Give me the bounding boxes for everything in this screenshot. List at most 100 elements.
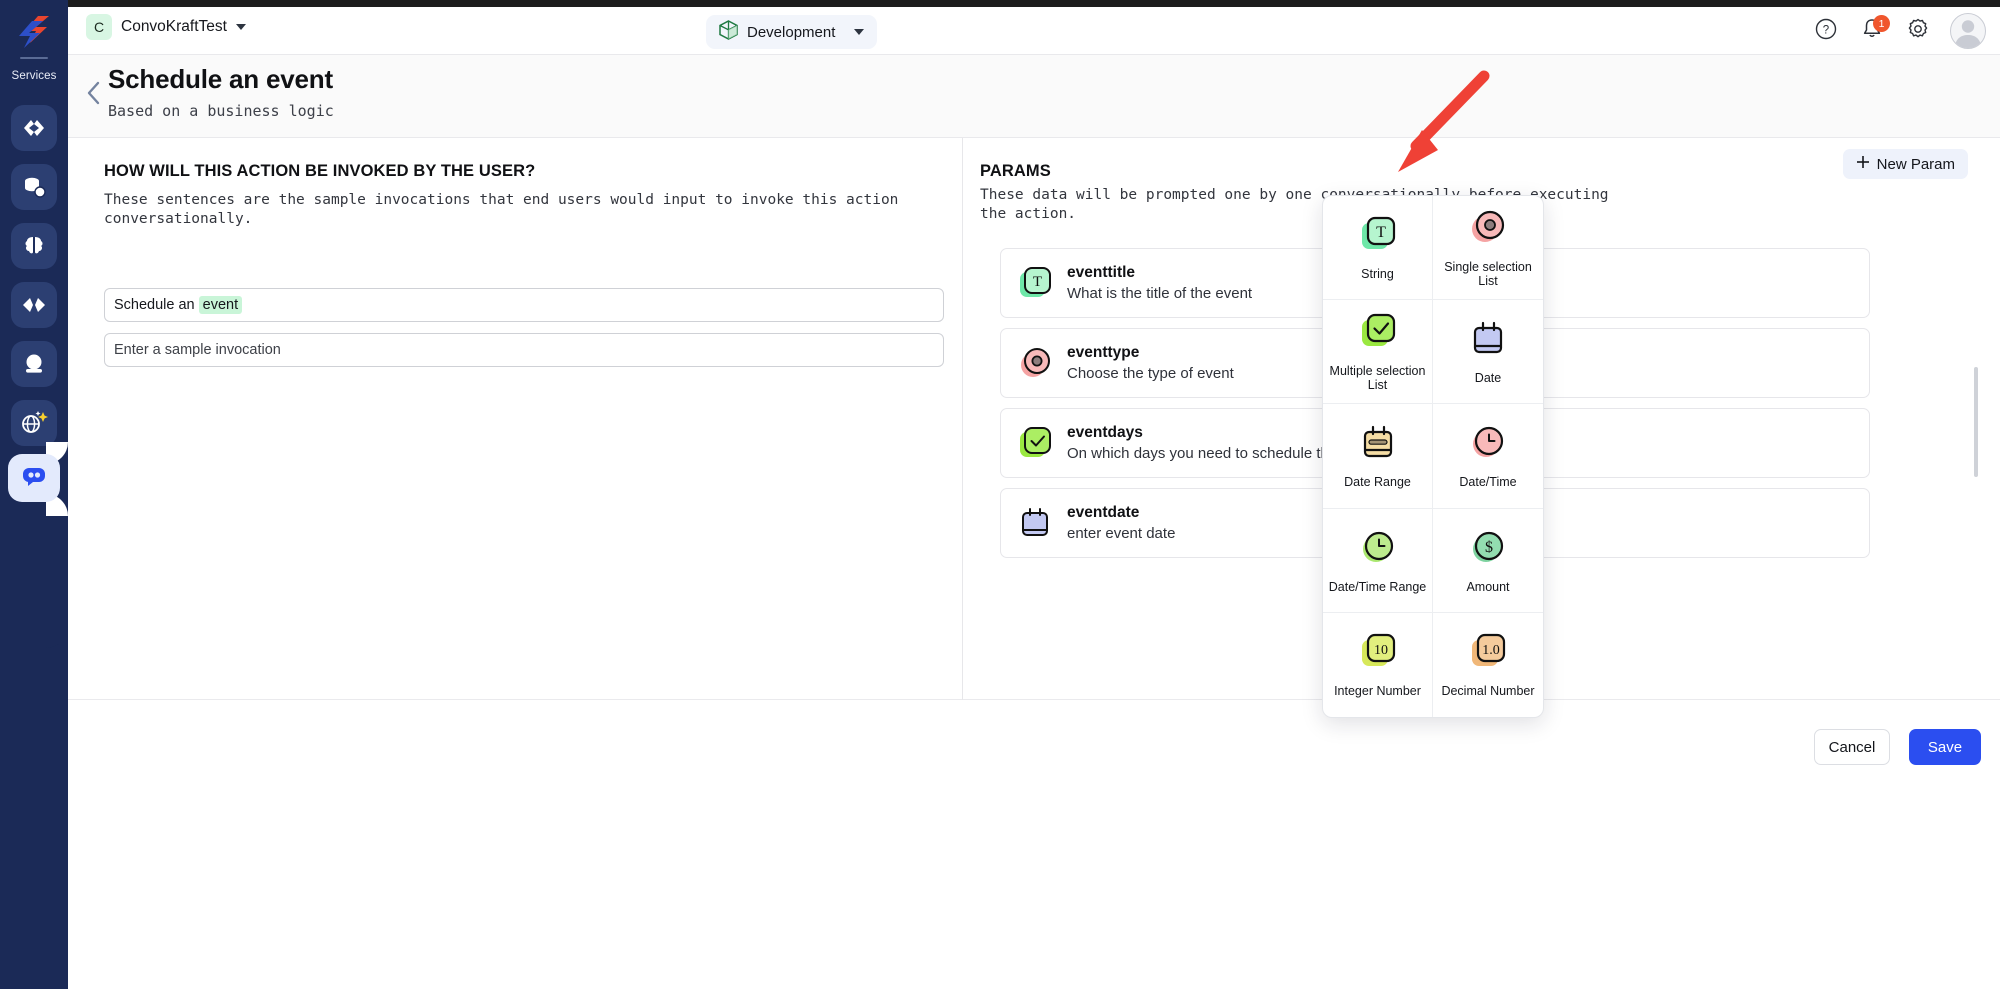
- help-button[interactable]: ?: [1812, 11, 1840, 51]
- param-text: eventdate enter event date: [1067, 504, 1175, 542]
- left-nav-rail: Services: [0, 0, 68, 989]
- param-desc: enter event date: [1067, 525, 1175, 542]
- type-option-label: Date Range: [1344, 475, 1411, 489]
- invocation-entity-chip: event: [199, 296, 242, 314]
- decimal-number-type-icon: 1.0: [1468, 631, 1508, 676]
- page-title: Schedule an event: [108, 64, 333, 95]
- chevron-down-icon: [854, 29, 864, 35]
- integer-number-type-icon: 10: [1358, 631, 1398, 676]
- sample-invocation-input-empty[interactable]: Enter a sample invocation: [104, 333, 944, 367]
- browser-chrome-strip: [0, 0, 2000, 7]
- type-option-label: Amount: [1466, 580, 1509, 594]
- string-type-icon: T: [1017, 265, 1053, 301]
- date-time-range-type-icon: [1358, 527, 1398, 572]
- app-logo-icon[interactable]: [16, 12, 52, 52]
- type-option-label: Date/Time Range: [1329, 580, 1427, 594]
- param-text: eventtype Choose the type of event: [1067, 344, 1234, 382]
- amount-type-icon: $: [1468, 527, 1508, 572]
- param-text: eventtitle What is the title of the even…: [1067, 264, 1252, 302]
- workspace-selector[interactable]: C ConvoKraftTest: [86, 14, 246, 40]
- workspace-avatar: C: [86, 14, 112, 40]
- invocation-prefix-text: Schedule an: [114, 297, 195, 313]
- type-option-multiple-selection-list[interactable]: Multiple selection List: [1323, 300, 1433, 404]
- plus-icon: [1856, 155, 1870, 173]
- crystal-ball-icon: [22, 353, 46, 375]
- svg-text:$: $: [1485, 539, 1493, 556]
- new-param-label: New Param: [1877, 156, 1955, 173]
- type-option-amount[interactable]: $ Amount: [1433, 509, 1543, 613]
- date-type-icon: [1017, 505, 1053, 541]
- type-option-integer-number[interactable]: 10 Integer Number: [1323, 613, 1433, 717]
- param-name: eventtitle: [1067, 264, 1252, 282]
- sidebar-item-insights[interactable]: [11, 341, 57, 387]
- type-option-date-range[interactable]: Date Range: [1323, 404, 1433, 508]
- workspace-name: ConvoKraftTest: [121, 18, 227, 36]
- rail-services-label: Services: [0, 70, 68, 82]
- sidebar-item-code[interactable]: [11, 105, 57, 151]
- type-option-date[interactable]: Date: [1433, 300, 1543, 404]
- help-circle-icon: ?: [1814, 17, 1838, 46]
- type-option-string[interactable]: T String: [1323, 196, 1433, 300]
- param-desc: What is the title of the event: [1067, 285, 1252, 302]
- svg-text:?: ?: [1823, 24, 1829, 36]
- notification-badge: 1: [1873, 15, 1890, 32]
- type-option-label: String: [1361, 267, 1394, 281]
- type-option-date-time-range[interactable]: Date/Time Range: [1323, 509, 1433, 613]
- page-subtitle: Based on a business logic: [108, 102, 334, 120]
- param-desc: Choose the type of event: [1067, 365, 1234, 382]
- new-param-button[interactable]: New Param: [1843, 149, 1968, 179]
- footer-bar: Cancel Save: [68, 700, 2000, 989]
- param-type-menu: T String Single selection List Multiple …: [1322, 195, 1544, 718]
- params-scrollbar[interactable]: [1974, 367, 1978, 477]
- svg-text:T: T: [1033, 274, 1042, 290]
- type-option-label: Single selection List: [1435, 260, 1541, 289]
- type-option-date-time[interactable]: Date/Time: [1433, 404, 1543, 508]
- notifications-button[interactable]: 1: [1858, 11, 1886, 51]
- cancel-button[interactable]: Cancel: [1814, 729, 1890, 765]
- rail-divider: [20, 57, 48, 59]
- page-header: Schedule an event Based on a business lo…: [68, 55, 2000, 138]
- sidebar-item-data[interactable]: [11, 164, 57, 210]
- links-icon: [21, 296, 47, 314]
- param-name: eventdate: [1067, 504, 1175, 522]
- sample-invocation-placeholder: Enter a sample invocation: [114, 342, 281, 358]
- multiple-selection-type-icon: [1017, 425, 1053, 461]
- sample-invocation-input-filled[interactable]: Schedule an event: [104, 288, 944, 322]
- rail-lower-panel: [0, 648, 68, 989]
- svg-text:1.0: 1.0: [1482, 643, 1500, 658]
- type-option-decimal-number[interactable]: 1.0 Decimal Number: [1433, 613, 1543, 717]
- invocations-panel: HOW WILL THIS ACTION BE INVOKED BY THE U…: [104, 162, 944, 367]
- environment-selector[interactable]: Development: [706, 15, 877, 49]
- type-option-single-selection-list[interactable]: Single selection List: [1433, 196, 1543, 300]
- brain-icon: [22, 235, 46, 257]
- type-option-label: Integer Number: [1334, 684, 1421, 698]
- chat-bubble-icon: [21, 465, 47, 492]
- data-stack-icon: [22, 176, 46, 198]
- environment-name: Development: [747, 24, 835, 41]
- svg-text:T: T: [1376, 224, 1386, 241]
- invocations-section-desc: These sentences are the sample invocatio…: [104, 191, 904, 228]
- cube-icon: [719, 20, 738, 45]
- single-selection-type-icon: [1017, 345, 1053, 381]
- sidebar-item-conversations-wrap: [0, 432, 68, 524]
- main-content: HOW WILL THIS ACTION BE INVOKED BY THE U…: [68, 138, 2000, 700]
- column-divider: [962, 138, 963, 700]
- invocations-section-title: HOW WILL THIS ACTION BE INVOKED BY THE U…: [104, 162, 944, 181]
- back-button[interactable]: [80, 81, 108, 109]
- sidebar-item-conversations[interactable]: [8, 454, 60, 502]
- save-button[interactable]: Save: [1909, 729, 1981, 765]
- param-name: eventtype: [1067, 344, 1234, 362]
- date-time-type-icon: [1468, 422, 1508, 467]
- chevron-down-icon: [236, 24, 246, 30]
- settings-button[interactable]: [1904, 11, 1932, 51]
- string-type-icon: T: [1358, 214, 1398, 259]
- type-option-label: Decimal Number: [1441, 684, 1534, 698]
- avatar[interactable]: [1950, 13, 1986, 49]
- svg-text:10: 10: [1374, 643, 1388, 658]
- date-type-icon: [1468, 318, 1508, 363]
- chevron-left-icon: [84, 80, 104, 111]
- sidebar-item-ai[interactable]: [11, 223, 57, 269]
- multiple-selection-type-icon: [1358, 311, 1398, 356]
- sidebar-item-integrations[interactable]: [11, 282, 57, 328]
- top-bar: C ConvoKraftTest Development ?: [68, 7, 2000, 55]
